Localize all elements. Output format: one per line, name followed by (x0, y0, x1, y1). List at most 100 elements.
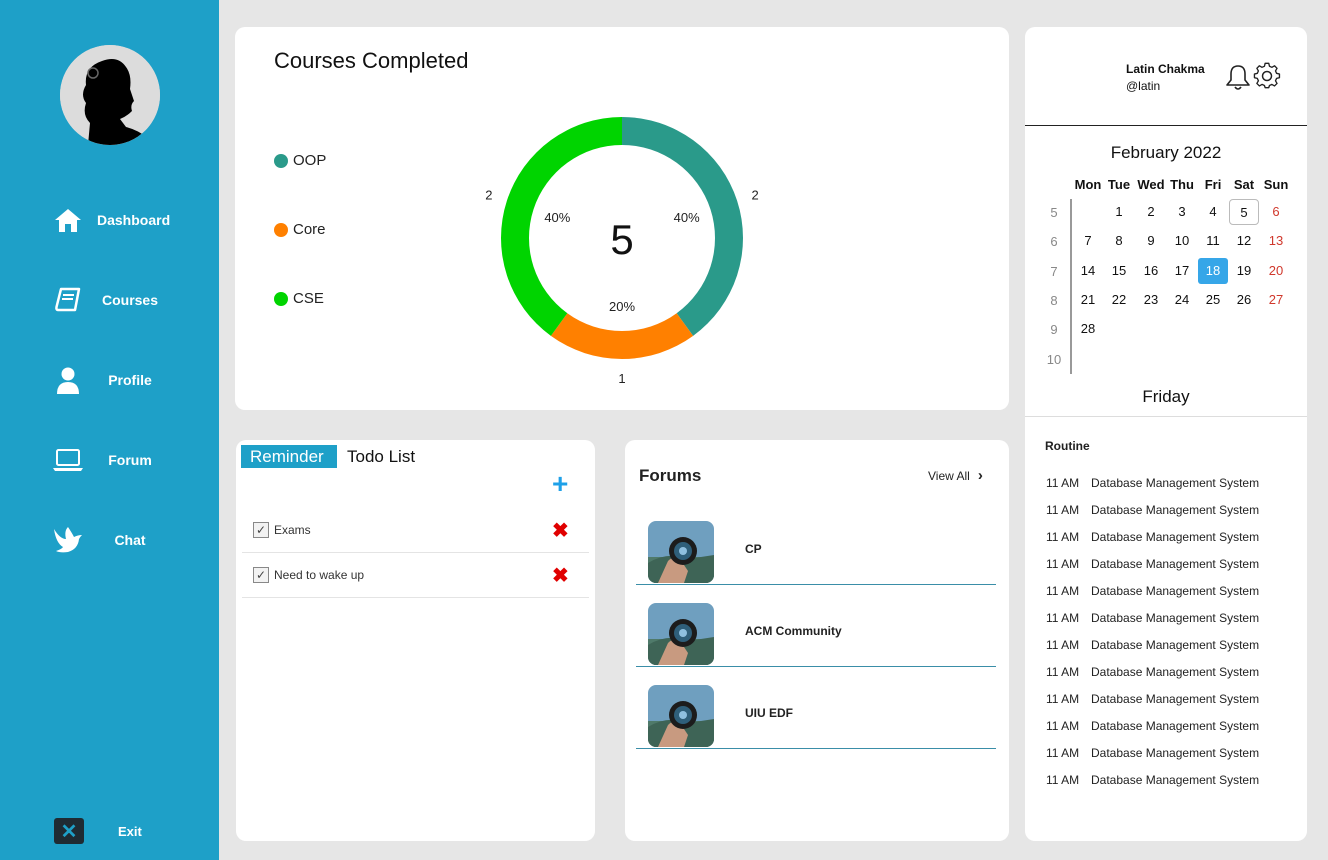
todo-text: Exams (274, 523, 311, 537)
view-all-label: View All (928, 468, 970, 483)
sidebar-item-profile[interactable]: Profile (52, 365, 202, 395)
calendar-header-sun: Sun (1263, 177, 1289, 192)
calendar-day[interactable]: 21 (1073, 287, 1103, 313)
calendar-day[interactable]: 13 (1261, 228, 1291, 254)
calendar-day[interactable]: 17 (1167, 258, 1197, 284)
forum-thumbnail (648, 521, 714, 583)
calendar-day[interactable]: 4 (1198, 199, 1228, 225)
calendar-day[interactable]: 7 (1073, 228, 1103, 254)
routine-course: Database Management System (1091, 503, 1260, 517)
calendar-day[interactable]: 26 (1229, 287, 1259, 313)
routine-item: 11 AM Database Management System (1046, 584, 1259, 598)
sidebar-item-label: Forum (108, 452, 152, 468)
delete-icon[interactable]: ✖ (552, 563, 569, 588)
sidebar-item-label: Dashboard (97, 212, 171, 228)
sidebar-item-dashboard[interactable]: Dashboard (52, 205, 202, 235)
gear-icon[interactable] (1253, 62, 1281, 95)
todo-checkbox[interactable]: ✓ (253, 522, 269, 538)
forum-item[interactable]: UIU EDF (636, 679, 996, 749)
right-panel: Latin Chakma @latin February 2022 Mon Tue… (1025, 27, 1307, 841)
sidebar: Dashboard Courses Profile Forum Chat ✕ E… (0, 0, 219, 860)
donut-value-label: 2 (752, 188, 759, 203)
todo-checkbox[interactable]: ✓ (253, 567, 269, 583)
calendar-header-wed: Wed (1137, 177, 1165, 192)
close-icon: ✕ (54, 818, 84, 844)
legend-label: OOP (293, 152, 327, 169)
bell-icon[interactable] (1225, 63, 1251, 96)
calendar-week-number: 8 (1050, 292, 1058, 308)
calendar-day[interactable]: 20 (1261, 258, 1291, 284)
calendar-day[interactable]: 1 (1104, 199, 1134, 225)
calendar-day[interactable]: 22 (1104, 287, 1134, 313)
routine-time: 11 AM (1046, 476, 1080, 490)
donut-percent-label: 40% (674, 210, 700, 225)
calendar-day[interactable]: 8 (1104, 228, 1134, 254)
forum-item[interactable]: CP (636, 515, 996, 585)
forums-title: Forums (639, 466, 702, 485)
calendar-day[interactable]: 27 (1261, 287, 1291, 313)
tab-reminder[interactable]: Reminder (241, 445, 337, 468)
donut-slice-cse[interactable] (501, 117, 622, 336)
calendar-day[interactable]: 24 (1167, 287, 1197, 313)
delete-icon[interactable]: ✖ (552, 518, 569, 543)
routine-time: 11 AM (1046, 557, 1080, 571)
calendar-day[interactable]: 9 (1136, 228, 1166, 254)
forums-card: Forums View All › CP ACM Community UIU E… (625, 440, 1009, 841)
tab-todo-list[interactable]: Todo List (347, 445, 415, 468)
calendar-day[interactable]: 2 (1136, 199, 1166, 225)
legend-item-cse: CSE (274, 290, 324, 307)
forum-item[interactable]: ACM Community (636, 597, 996, 667)
legend-dot (274, 222, 288, 237)
routine-course: Database Management System (1091, 530, 1260, 544)
routine-item: 11 AM Database Management System (1046, 557, 1259, 571)
routine-item: 11 AM Database Management System (1046, 638, 1259, 652)
home-icon (52, 206, 84, 234)
reminder-card: Reminder Todo List + ✓ Exams ✖ ✓ Need to… (236, 440, 595, 841)
donut-slice-oop[interactable] (622, 117, 743, 336)
calendar-day[interactable]: 11 (1198, 228, 1228, 254)
donut-value-label: 2 (485, 188, 492, 203)
calendar-day[interactable]: 28 (1073, 316, 1103, 342)
calendar-day[interactable]: 18 (1198, 257, 1228, 284)
list-item: ✓ Need to wake up ✖ (242, 553, 589, 598)
calendar-day[interactable]: 10 (1167, 228, 1197, 254)
calendar-day[interactable]: 15 (1104, 258, 1134, 284)
routine-course: Database Management System (1091, 665, 1260, 679)
chevron-right-icon: › (977, 467, 983, 484)
view-all-link[interactable]: View All › (928, 467, 983, 484)
calendar-day[interactable]: 23 (1136, 287, 1166, 313)
routine-course: Database Management System (1091, 584, 1260, 598)
calendar-week-divider (1070, 199, 1072, 374)
routine-time: 11 AM (1046, 773, 1080, 787)
calendar-day[interactable]: 6 (1261, 199, 1291, 225)
calendar-week-number: 10 (1046, 351, 1062, 367)
calendar-day[interactable]: 5 (1229, 199, 1259, 225)
calendar-day[interactable]: 16 (1136, 258, 1166, 284)
calendar-day[interactable]: 25 (1198, 287, 1228, 313)
header-divider (1025, 125, 1307, 126)
donut-slice-core[interactable] (550, 313, 694, 359)
routine-item: 11 AM Database Management System (1046, 746, 1259, 760)
forum-thumbnail (648, 685, 714, 747)
sidebar-item-forum[interactable]: Forum (52, 445, 202, 475)
routine-course: Database Management System (1091, 476, 1260, 490)
laptop-icon (52, 446, 84, 474)
calendar-day[interactable]: 19 (1229, 258, 1259, 284)
sidebar-item-chat[interactable]: Chat (52, 525, 202, 555)
add-reminder-button[interactable]: + (552, 470, 568, 498)
calendar-day[interactable]: 12 (1229, 228, 1259, 254)
calendar-week-number: 6 (1050, 234, 1058, 250)
routine-item: 11 AM Database Management System (1046, 503, 1259, 517)
sidebar-item-courses[interactable]: Courses (52, 285, 202, 315)
user-icon (52, 366, 84, 394)
donut-percent-label: 40% (544, 210, 570, 225)
calendar-header-mon: Mon (1074, 177, 1102, 192)
routine-course: Database Management System (1091, 773, 1260, 787)
calendar-day[interactable]: 14 (1073, 258, 1103, 284)
exit-button[interactable]: ✕ Exit (54, 818, 204, 844)
legend-dot (274, 291, 288, 306)
calendar-day[interactable]: 3 (1167, 199, 1197, 225)
routine-course: Database Management System (1091, 638, 1260, 652)
routine-course: Database Management System (1091, 692, 1260, 706)
avatar[interactable] (60, 45, 160, 145)
